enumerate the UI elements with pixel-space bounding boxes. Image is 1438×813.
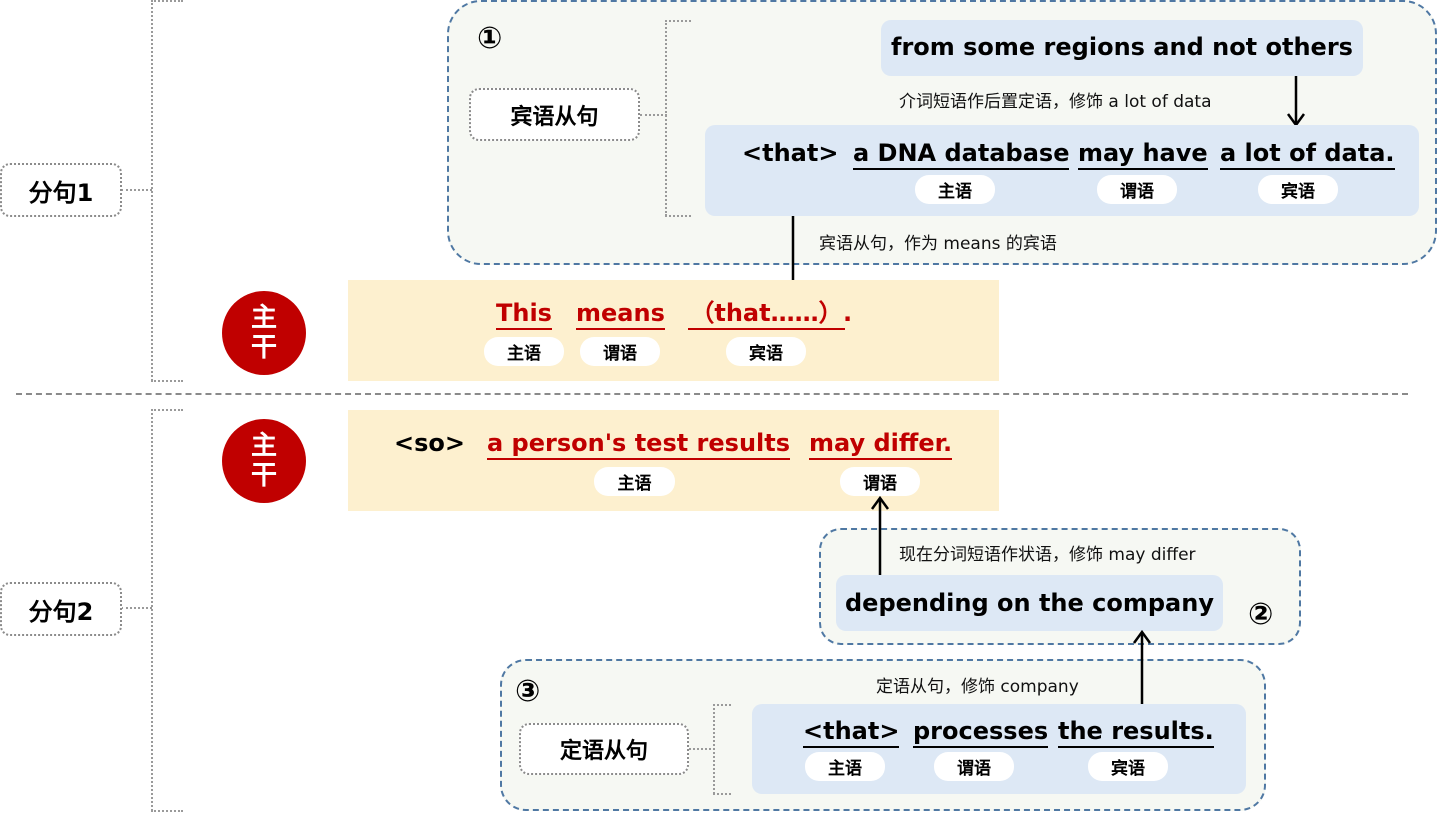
attributive-clause-label: 定语从句 (519, 723, 689, 775)
main-object-word: （that……） (688, 298, 845, 330)
badge-char-2: 干 (250, 461, 277, 491)
badge-char-1: 主 (250, 431, 277, 461)
main-subject-tag: 主语 (484, 337, 564, 366)
main-trunk-badge: 主 干 (222, 291, 306, 375)
arrow-up-icon (870, 496, 890, 575)
connector-that: <that> (742, 139, 839, 167)
clause2-bracket-bottom (151, 810, 183, 812)
main-subject-word: This (496, 298, 552, 330)
main-subject-word: a person's test results (487, 428, 791, 460)
main-predicate-tag: 谓语 (840, 467, 920, 496)
attributive-clause-bracket (713, 704, 715, 794)
relative-pronoun-word: <that> (803, 716, 900, 748)
clause1-bracket-bottom (151, 380, 183, 382)
object-word: a lot of data. (1220, 138, 1395, 170)
modifier-note: 介词短语作后置定语，修饰 a lot of data (899, 92, 1212, 112)
clause2-bracket (151, 409, 153, 811)
link-note: 宾语从句，作为 means 的宾语 (819, 234, 1057, 254)
group-number-2: ② (1248, 597, 1274, 632)
subject-tag: 主语 (915, 175, 995, 204)
badge-char-1: 主 (250, 303, 277, 333)
object-clause-bracket (665, 20, 667, 216)
main-object-tag: 宾语 (726, 337, 806, 366)
object-word: the results. (1058, 716, 1214, 748)
object-clause-label: 宾语从句 (469, 88, 640, 141)
clause2-label: 分句2 (0, 582, 122, 636)
group-number-3: ③ (515, 674, 541, 709)
object-clause-bracket-bottom (665, 215, 691, 217)
main-trunk-badge: 主 干 (222, 419, 306, 503)
participle-phrase: depending on the company (845, 589, 1214, 617)
subject-tag: 主语 (805, 752, 885, 781)
clause1-connector (121, 189, 152, 191)
object-tag: 宾语 (1258, 175, 1338, 204)
main-period: . (843, 299, 853, 327)
attributive-clause-connector (689, 748, 715, 750)
subject-word: a DNA database (853, 138, 1070, 170)
arrow-up-icon (1132, 630, 1152, 705)
main-predicate-tag: 谓语 (580, 337, 660, 366)
predicate-word: may have (1078, 138, 1208, 170)
connector-so: <so> (394, 429, 465, 457)
clause1-label: 分句1 (0, 163, 122, 217)
main-sentence-box (348, 280, 999, 381)
main-predicate-word: means (576, 298, 665, 330)
badge-char-2: 干 (250, 333, 277, 363)
arrow-down-icon (1286, 76, 1306, 128)
clause-divider (16, 393, 1408, 395)
object-clause-bracket-top (665, 20, 691, 22)
main-predicate-word: may differ. (809, 428, 953, 460)
clause2-bracket-top (151, 409, 183, 411)
group-number-1: ① (477, 21, 503, 56)
attributive-clause-bracket-top (713, 704, 731, 706)
object-clause-connector (640, 114, 667, 116)
attributive-note: 定语从句，修饰 company (876, 677, 1079, 697)
participle-note: 现在分词短语作状语，修饰 may differ (899, 545, 1196, 565)
main-subject-tag: 主语 (594, 467, 675, 496)
object-tag: 宾语 (1088, 752, 1168, 781)
predicate-word: processes (913, 716, 1049, 748)
clause1-bracket-top (151, 0, 183, 2)
predicate-tag: 谓语 (1097, 175, 1177, 204)
predicate-tag: 谓语 (934, 752, 1014, 781)
attributive-clause-bracket-bottom (713, 793, 731, 795)
clause2-connector (121, 607, 152, 609)
modifier-phrase: from some regions and not others (891, 33, 1353, 61)
